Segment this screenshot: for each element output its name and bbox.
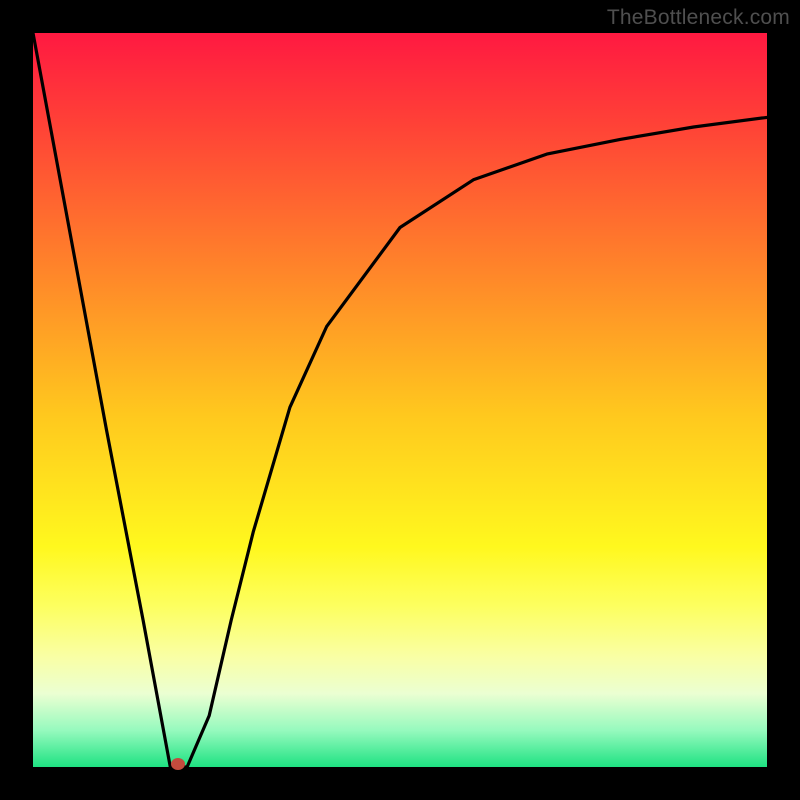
watermark-text: TheBottleneck.com <box>607 6 790 30</box>
optimal-point-marker <box>171 758 185 770</box>
chart-frame: TheBottleneck.com <box>0 0 800 800</box>
bottleneck-curve <box>33 33 767 767</box>
plot-area <box>33 33 767 767</box>
curve-path <box>33 33 767 767</box>
